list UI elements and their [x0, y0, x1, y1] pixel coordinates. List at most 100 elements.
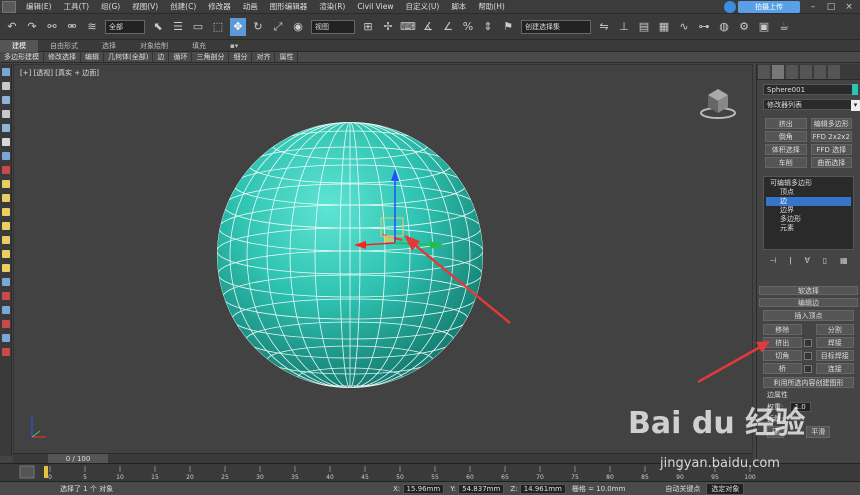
panel-edit[interactable]: 编辑: [81, 52, 104, 62]
display-tab-icon[interactable]: [814, 65, 826, 79]
restore-icon[interactable]: □: [824, 2, 838, 12]
tool-icon[interactable]: [2, 180, 10, 188]
select-object-icon[interactable]: ⬉: [150, 18, 166, 36]
scale-icon[interactable]: ⤢: [270, 18, 286, 36]
tool-icon[interactable]: [2, 306, 10, 314]
tab-freeform[interactable]: 自由形式: [38, 41, 90, 51]
edit-named-sets-icon[interactable]: ⚑: [500, 18, 516, 36]
ribbon-options-icon[interactable]: ▪▾: [218, 42, 250, 50]
modifier-lathe-button[interactable]: 车削: [765, 157, 807, 168]
menu-group[interactable]: 组(G): [95, 1, 126, 12]
insert-vertex-button[interactable]: 插入顶点: [763, 310, 854, 321]
menu-help[interactable]: 帮助(H): [472, 1, 511, 12]
stack-edge[interactable]: 边: [766, 197, 851, 206]
link-icon[interactable]: ⚯: [44, 18, 60, 36]
modifier-volume-select-button[interactable]: 体积选择: [765, 144, 807, 155]
panel-geometry-all[interactable]: 几何体(全部): [104, 52, 154, 62]
bridge-button[interactable]: 桥: [763, 363, 802, 374]
rendered-frame-icon[interactable]: ▣: [756, 18, 772, 36]
stack-editable-poly[interactable]: 可编辑多边形: [766, 179, 851, 188]
stack-polygon[interactable]: 多边形: [766, 215, 851, 224]
bridge-settings-icon[interactable]: [803, 364, 812, 373]
object-name-field[interactable]: Sphere001: [763, 84, 854, 95]
minimize-icon[interactable]: –: [806, 2, 820, 12]
panel-properties[interactable]: 属性: [275, 52, 299, 62]
modifier-extrude-button[interactable]: 挤出: [765, 118, 807, 129]
hierarchy-tab-icon[interactable]: [786, 65, 798, 79]
menu-graph-editors[interactable]: 图形编辑器: [264, 1, 314, 12]
undo-icon[interactable]: ↶: [4, 18, 20, 36]
create-shape-button[interactable]: 利用所选内容创建图形: [763, 377, 854, 388]
y-field[interactable]: 54.837mm: [458, 483, 505, 494]
render-icon[interactable]: ☕: [776, 18, 792, 36]
upload-button[interactable]: 拍摄上传: [738, 1, 800, 13]
tool-icon[interactable]: [2, 194, 10, 202]
tab-object-paint[interactable]: 对象绘制: [128, 41, 180, 51]
extrude-button[interactable]: 挤出: [763, 337, 802, 348]
object-color-swatch[interactable]: [852, 84, 858, 95]
spinner-snap-icon[interactable]: ⇕: [480, 18, 496, 36]
tool-icon[interactable]: [2, 152, 10, 160]
tool-icon[interactable]: [2, 320, 10, 328]
tool-icon[interactable]: [2, 166, 10, 174]
angle-snap-icon[interactable]: ∠: [440, 18, 456, 36]
rect-selection-icon[interactable]: ▭: [190, 18, 206, 36]
menu-edit[interactable]: 编辑(E): [20, 1, 58, 12]
view-cube[interactable]: [700, 89, 736, 119]
utilities-tab-icon[interactable]: [828, 65, 840, 79]
tab-populate[interactable]: 填充: [180, 41, 218, 51]
move-icon[interactable]: ✥: [230, 17, 246, 36]
menu-scripting[interactable]: 脚本: [445, 1, 472, 12]
modifier-ffd-select-button[interactable]: FFD 选择: [810, 144, 852, 155]
close-icon[interactable]: ×: [842, 2, 856, 12]
tool-icon[interactable]: [2, 222, 10, 230]
panel-edges[interactable]: 边: [153, 52, 170, 62]
tool-icon[interactable]: [2, 124, 10, 132]
time-slider[interactable]: 0 / 100: [13, 453, 753, 464]
tool-icon[interactable]: [2, 292, 10, 300]
select-manipulate-icon[interactable]: ✢: [380, 18, 396, 36]
motion-tab-icon[interactable]: [800, 65, 812, 79]
menu-create[interactable]: 创建(C): [164, 1, 202, 12]
menu-civil-view[interactable]: Civil View: [351, 2, 399, 11]
panel-align[interactable]: 对齐: [252, 52, 276, 62]
material-editor-icon[interactable]: ◍: [716, 18, 732, 36]
configure-sets-icon[interactable]: ▦: [840, 256, 848, 268]
select-by-name-icon[interactable]: ☰: [170, 18, 186, 36]
tool-icon[interactable]: [2, 236, 10, 244]
redo-icon[interactable]: ↷: [24, 18, 40, 36]
bind-spacewarp-icon[interactable]: ≋: [84, 18, 100, 36]
stack-element[interactable]: 元素: [766, 224, 851, 233]
chamfer-button[interactable]: 切角: [763, 350, 802, 361]
render-setup-icon[interactable]: ⚙: [736, 18, 752, 36]
menu-rendering[interactable]: 渲染(R): [313, 1, 351, 12]
auto-key-button[interactable]: 自动关键点: [665, 484, 700, 494]
tab-selection[interactable]: 选择: [90, 41, 128, 51]
target-weld-button[interactable]: 目标焊接: [815, 350, 854, 361]
mirror-icon[interactable]: ⇋: [596, 18, 612, 36]
modifier-ffd-button[interactable]: FFD 2x2x2: [810, 131, 852, 142]
window-crossing-icon[interactable]: ⬚: [210, 18, 226, 36]
menu-customize[interactable]: 自定义(U): [399, 1, 445, 12]
menu-animation[interactable]: 动画: [237, 1, 264, 12]
schematic-view-icon[interactable]: ⊶: [696, 18, 712, 36]
layer-icon[interactable]: ▤: [636, 18, 652, 36]
align-icon[interactable]: ⊥: [616, 18, 632, 36]
curve-editor-icon[interactable]: ∿: [676, 18, 692, 36]
selection-filter-select[interactable]: 全部: [105, 19, 145, 34]
snaps-toggle-icon[interactable]: ∡: [420, 18, 436, 36]
tool-icon[interactable]: [2, 250, 10, 258]
remove-button[interactable]: 移除: [763, 324, 802, 335]
tool-icon[interactable]: [2, 264, 10, 272]
selected-object-select[interactable]: 选定对象: [706, 482, 745, 495]
chamfer-settings-icon[interactable]: [803, 351, 812, 360]
keyboard-shortcut-icon[interactable]: ⌨: [400, 18, 416, 36]
soft-selection-rollout[interactable]: 软选择: [759, 286, 858, 295]
modifier-edit-poly-button[interactable]: 编辑多边形: [810, 118, 852, 129]
smooth-button[interactable]: 平滑: [806, 426, 831, 438]
z-field[interactable]: 14.961mm: [519, 483, 566, 494]
modifier-list-select[interactable]: 修改器列表: [763, 99, 860, 111]
panel-tris[interactable]: 三角剖分: [192, 52, 230, 62]
panel-subdivision[interactable]: 细分: [229, 52, 253, 62]
pin-stack-icon[interactable]: ⊣: [769, 256, 776, 268]
